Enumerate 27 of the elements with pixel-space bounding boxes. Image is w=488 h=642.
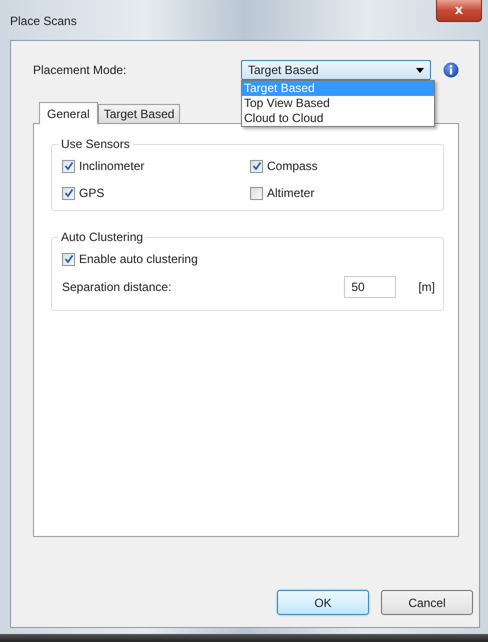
checkbox-label: Compass bbox=[267, 159, 318, 173]
checkbox-label: Enable auto clustering bbox=[79, 252, 198, 266]
tab[interactable]: General bbox=[39, 102, 98, 124]
dropdown-option[interactable]: Cloud to Cloud bbox=[242, 111, 434, 126]
unit-label: [m] bbox=[418, 280, 435, 294]
dropdown-option[interactable]: Top View Based bbox=[242, 96, 434, 111]
checkbox-label: Inclinometer bbox=[79, 159, 144, 173]
separation-distance-label: Separation distance: bbox=[62, 280, 172, 294]
checkbox[interactable] bbox=[250, 186, 263, 200]
group-title: Use Sensors bbox=[58, 137, 133, 151]
info-icon[interactable] bbox=[443, 62, 459, 78]
ok-button[interactable]: OK bbox=[277, 590, 369, 615]
tab[interactable]: Target Based bbox=[98, 104, 180, 123]
cancel-button[interactable]: Cancel bbox=[381, 590, 473, 615]
group-title: Auto Clustering bbox=[58, 230, 146, 244]
window-title: Place Scans bbox=[10, 14, 77, 28]
placement-mode-label: Placement Mode: bbox=[33, 63, 128, 77]
distance-field[interactable]: 50 bbox=[344, 276, 396, 298]
checkbox[interactable] bbox=[62, 252, 75, 266]
checkbox-label: Altimeter bbox=[267, 186, 314, 200]
checkbox-label: GPS bbox=[79, 186, 104, 200]
checkbox[interactable] bbox=[62, 186, 75, 200]
placement-mode-dropdown[interactable]: Target Based bbox=[241, 60, 431, 80]
checkbox[interactable] bbox=[62, 160, 75, 172]
caret-icon bbox=[416, 68, 424, 72]
checkbox[interactable] bbox=[250, 160, 263, 172]
close-button[interactable]: x bbox=[436, 0, 482, 22]
